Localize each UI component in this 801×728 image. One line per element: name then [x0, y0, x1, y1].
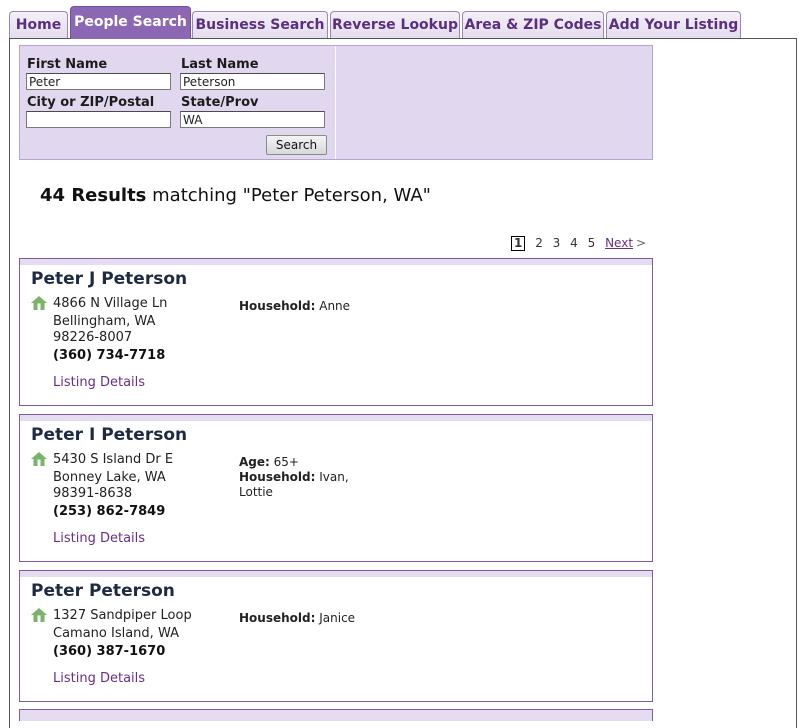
listing-street: 4866 N Village Ln — [53, 296, 168, 311]
last-name-label: Last Name — [181, 57, 259, 72]
age-label: Age: — [239, 455, 270, 469]
results-heading: 44 Results matching "Peter Peterson, WA" — [40, 185, 431, 206]
household-value: Anne — [319, 299, 351, 313]
listing-address: 1327 Sandpiper Loop Camano Island, WA — [53, 608, 192, 642]
next-arrow-icon: > — [636, 236, 647, 250]
listing-zip: 98391-8638 — [53, 486, 133, 501]
page-3-link[interactable]: 3 — [553, 236, 561, 250]
listing-address: 5430 S Island Dr E Bonney Lake, WA 98391… — [53, 452, 173, 502]
household-value: Janice — [319, 611, 356, 625]
listing-street: 1327 Sandpiper Loop — [53, 608, 192, 623]
page-1-current: 1 — [511, 236, 526, 251]
listing-name: Peter I Peterson — [31, 425, 188, 445]
listing-info: Household: Anne — [239, 299, 369, 314]
tab-area-zip-codes[interactable]: Area & ZIP Codes — [462, 11, 604, 38]
listing-details-link[interactable]: Listing Details — [53, 531, 145, 546]
panel-divider — [335, 46, 336, 159]
city-zip-input[interactable] — [26, 111, 171, 128]
listing-card: Peter I Peterson 5430 S Island Dr E Bonn… — [19, 414, 653, 562]
house-icon — [31, 452, 47, 466]
pagination: 1 2 3 4 5 Next > — [511, 236, 646, 251]
listing-zip: 98226-8007 — [53, 330, 133, 345]
state-prov-label: State/Prov — [181, 95, 259, 110]
results-count: 44 Results — [40, 185, 147, 206]
listing-info: Age: 65+ Household: Ivan, Lottie — [239, 455, 369, 500]
search-form: First Name Last Name City or ZIP/Postal … — [19, 45, 653, 160]
page-4-link[interactable]: 4 — [570, 236, 578, 250]
listing-street: 5430 S Island Dr E — [53, 452, 174, 467]
listing-phone: (360) 387-1670 — [53, 644, 166, 659]
house-icon — [31, 296, 47, 310]
first-name-input[interactable] — [26, 73, 171, 90]
listing-card: Peter J Peterson 4866 N Village Ln Belli… — [19, 258, 653, 406]
household-label: Household: — [239, 470, 316, 484]
page-5-link[interactable]: 5 — [588, 236, 596, 250]
listing-details-link[interactable]: Listing Details — [53, 671, 145, 686]
page-2-link[interactable]: 2 — [535, 236, 543, 250]
tab-people-search[interactable]: People Search — [70, 6, 191, 39]
tab-reverse-lookup[interactable]: Reverse Lookup — [330, 11, 460, 38]
last-name-input[interactable] — [180, 73, 325, 90]
listing-address: 4866 N Village Ln Bellingham, WA 98226-8… — [53, 296, 167, 346]
city-zip-label: City or ZIP/Postal — [27, 95, 155, 110]
listing-phone: (360) 734-7718 — [53, 348, 166, 363]
listing-name: Peter J Peterson — [31, 269, 188, 289]
state-prov-input[interactable] — [180, 111, 325, 128]
results-query: matching "Peter Peterson, WA" — [152, 185, 431, 206]
house-icon — [31, 608, 47, 622]
listing-card-partial — [19, 709, 653, 721]
tab-add-your-listing[interactable]: Add Your Listing — [606, 11, 741, 38]
search-button[interactable]: Search — [266, 135, 327, 155]
listing-name: Peter Peterson — [31, 581, 175, 601]
listing-city: Camano Island, WA — [53, 626, 179, 641]
listing-card: Peter Peterson 1327 Sandpiper Loop Caman… — [19, 570, 653, 702]
tab-business-search[interactable]: Business Search — [192, 11, 328, 38]
household-label: Household: — [239, 299, 316, 313]
household-label: Household: — [239, 611, 316, 625]
first-name-label: First Name — [27, 57, 108, 72]
tab-home[interactable]: Home — [9, 11, 68, 38]
listing-info: Household: Janice — [239, 611, 369, 626]
age-value: 65+ — [273, 455, 299, 469]
listing-city: Bonney Lake, WA — [53, 470, 166, 485]
listing-city: Bellingham, WA — [53, 314, 156, 329]
listing-details-link[interactable]: Listing Details — [53, 375, 145, 390]
listing-phone: (253) 862-7849 — [53, 504, 166, 519]
next-page-link[interactable]: Next — [605, 236, 633, 250]
